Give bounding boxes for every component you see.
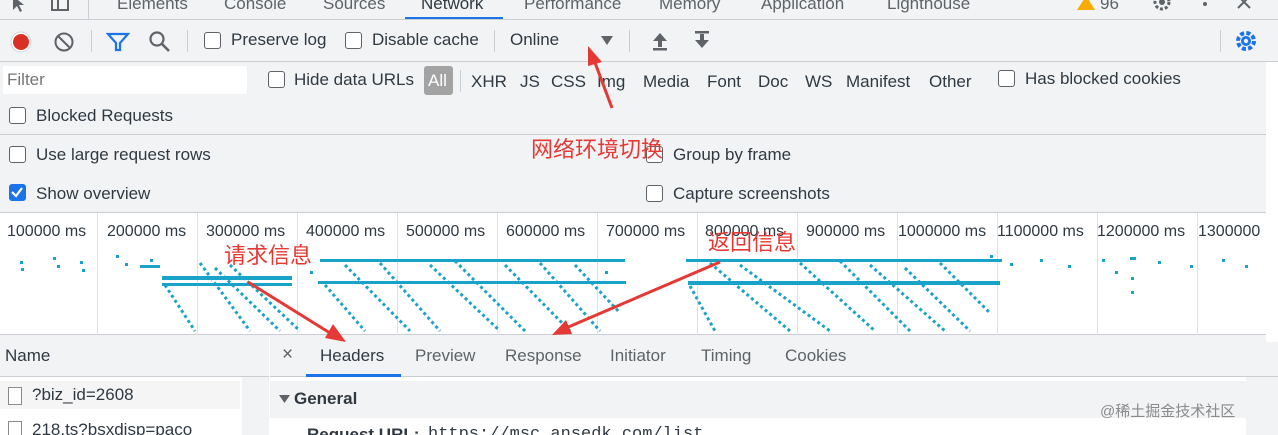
watermark: @稀土掘金技术社区: [1100, 403, 1236, 420]
annotation-arrows: [247, 46, 721, 342]
arrow-request-info: [247, 280, 346, 342]
arrow-network-switch: [588, 46, 614, 109]
arrow-response-info: [552, 260, 721, 335]
